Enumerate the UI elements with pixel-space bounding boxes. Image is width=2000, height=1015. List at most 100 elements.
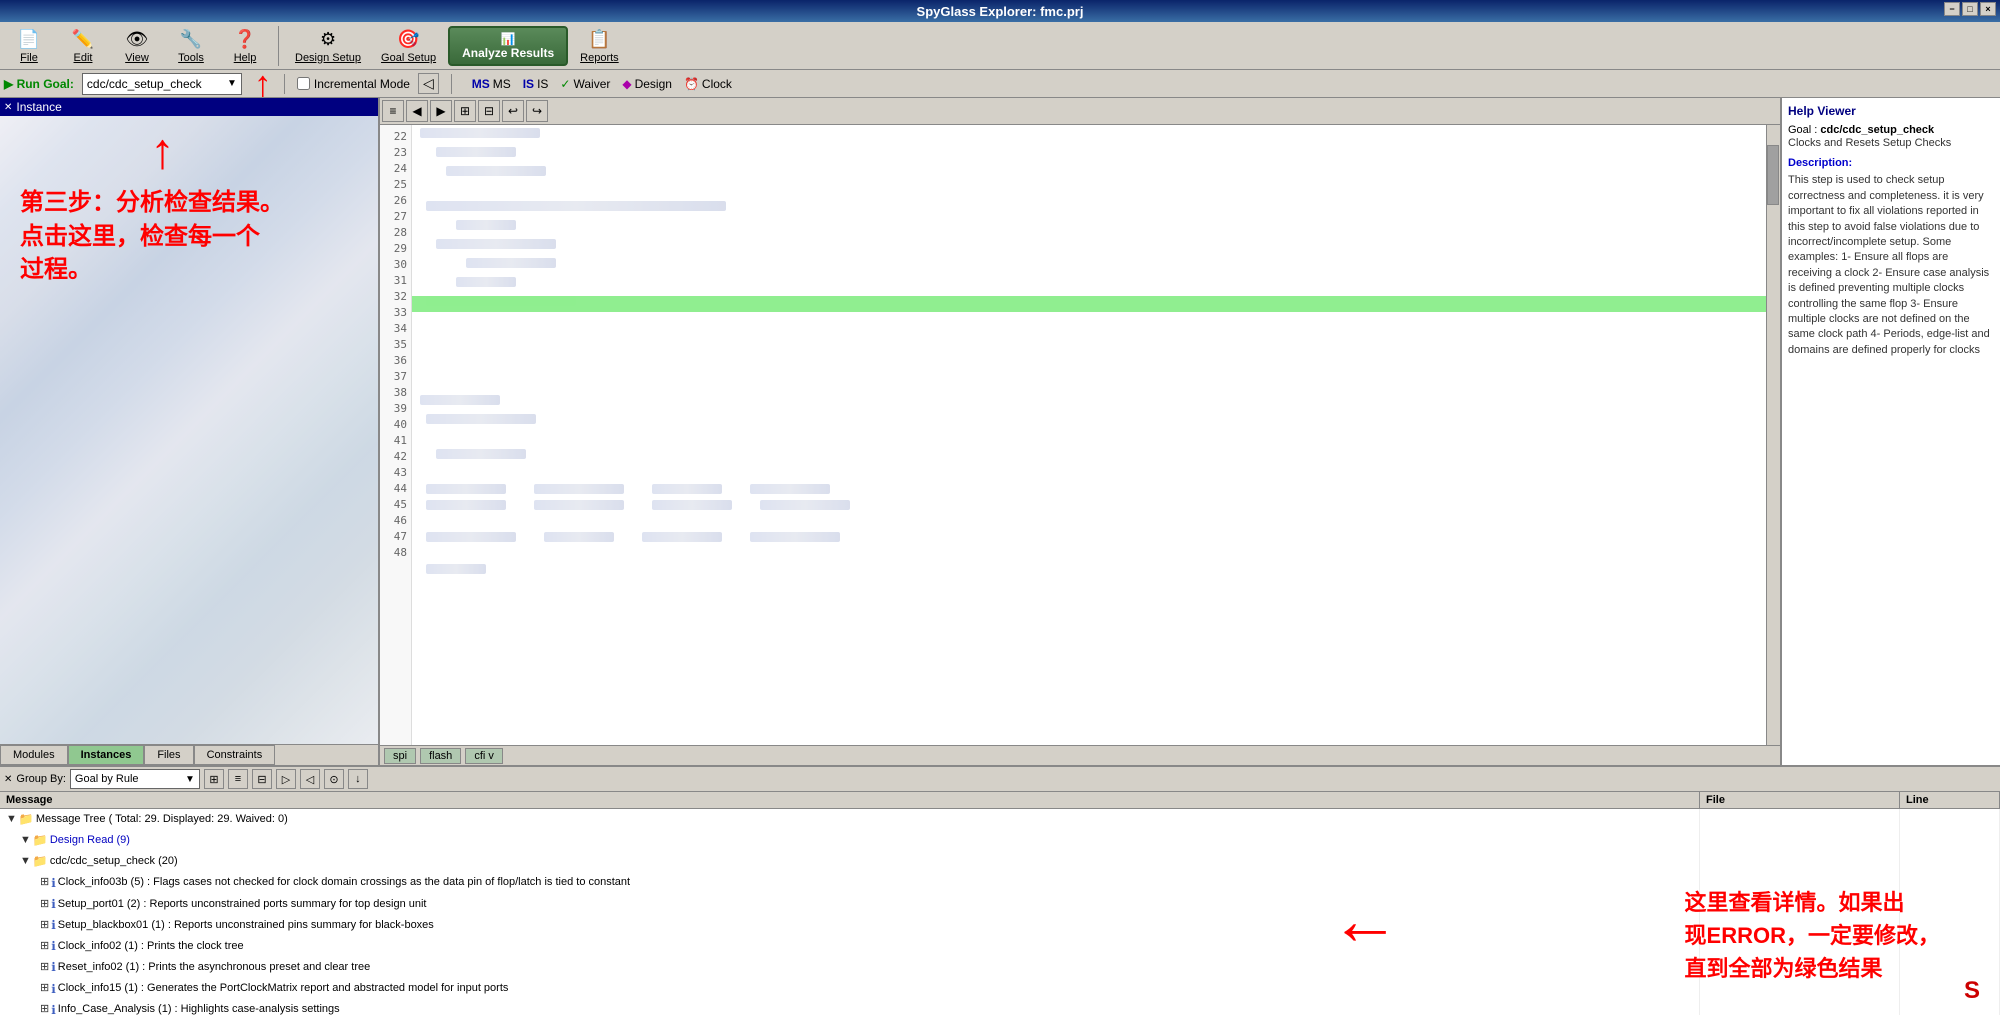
btool-3[interactable]: ⊟ <box>252 769 272 789</box>
editor-btn-right[interactable]: ▶ <box>430 100 452 122</box>
editor-btn-undo[interactable]: ↩ <box>502 100 524 122</box>
menu-file[interactable]: 📄 File <box>4 26 54 66</box>
file-tabs: spi flash cfi v <box>380 745 1780 765</box>
file-tab-flash[interactable]: flash <box>420 748 461 764</box>
editor-btn-collapse[interactable]: ⊟ <box>478 100 500 122</box>
btool-6[interactable]: ⊙ <box>324 769 344 789</box>
menu-separator-1 <box>278 26 279 66</box>
line-26: 26 <box>380 193 411 209</box>
menu-help[interactable]: ❓ Help <box>220 26 270 66</box>
dropdown-arrow-icon: ▼ <box>227 78 237 89</box>
menu-goal-setup[interactable]: 🎯 Goal Setup <box>373 26 444 66</box>
tab-instances[interactable]: Instances <box>68 745 145 765</box>
maximize-button[interactable]: □ <box>1962 2 1978 16</box>
help-description-label: Description: <box>1788 157 1994 169</box>
msg-setup-port01[interactable]: ⊞ ℹ Setup_port01 (2) : Reports unconstra… <box>0 894 2000 915</box>
group-by-value: Goal by Rule <box>75 773 139 785</box>
tree-design-read-icon: 📁 <box>33 831 48 850</box>
nav-ms[interactable]: MS MS <box>472 77 511 91</box>
line-37: 37 <box>380 369 411 385</box>
help-goal-subtitle: Clocks and Resets Setup Checks <box>1788 136 1994 151</box>
scrollbar-thumb[interactable] <box>1767 145 1779 205</box>
editor-toolbar: ≡ ◀ ▶ ⊞ ⊟ ↩ ↪ <box>380 98 1780 125</box>
tree-folder-icon: 📁 <box>19 810 34 829</box>
menu-file-label: File <box>20 52 38 64</box>
incremental-mode-check[interactable]: Incremental Mode <box>297 77 410 91</box>
tab-files[interactable]: Files <box>144 745 193 765</box>
msg-clock-info15-cell: ⊞ ℹ Clock_info15 (1) : Generates the Por… <box>0 979 1700 1000</box>
line-35: 35 <box>380 337 411 353</box>
nav-back-button[interactable]: ◁ <box>418 73 439 94</box>
btool-1[interactable]: ⊞ <box>204 769 224 789</box>
message-area[interactable]: Message File Line ▼ 📁 Message Tree ( Tot… <box>0 792 2000 1015</box>
msg-reset-info02[interactable]: ⊞ ℹ Reset_info02 (1) : Prints the asynch… <box>0 957 2000 978</box>
msg-clock-info02[interactable]: ⊞ ℹ Clock_info02 (1) : Prints the clock … <box>0 936 2000 957</box>
msg-clock-info15[interactable]: ⊞ ℹ Clock_info15 (1) : Generates the Por… <box>0 979 2000 1000</box>
help-panel-title: Help Viewer <box>1788 104 1994 118</box>
help-icon: ❓ <box>233 28 257 52</box>
menu-analyze-results[interactable]: 📊 Analyze Results <box>448 26 568 66</box>
line-36: 36 <box>380 353 411 369</box>
menu-view[interactable]: 👁 View <box>112 26 162 66</box>
chinese-annotation-left: 第三步：分析检查结果。 点击这里，检查每一个 过程。 <box>20 186 284 287</box>
btool-5[interactable]: ◁ <box>300 769 320 789</box>
nav-is[interactable]: IS IS <box>523 77 549 91</box>
tree-doc-icon-5: ℹ <box>51 958 56 977</box>
editor-btn-left[interactable]: ◀ <box>406 100 428 122</box>
close-left-icon[interactable]: ✕ <box>4 102 12 113</box>
line-29: 29 <box>380 241 411 257</box>
msg-design-read[interactable]: ▼ 📁 Design Read (9) <box>0 830 2000 851</box>
code-content[interactable] <box>412 125 1766 745</box>
nav-design[interactable]: ◆ Design <box>622 77 672 91</box>
group-by-dropdown[interactable]: Goal by Rule ▼ <box>70 769 200 789</box>
menu-design-setup[interactable]: ⚙ Design Setup <box>287 26 369 66</box>
msg-clock-info03b[interactable]: ⊞ ℹ Clock_info03b (5) : Flags cases not … <box>0 873 2000 894</box>
line-40: 40 <box>380 417 411 433</box>
msg-setup-blackbox01[interactable]: ⊞ ℹ Setup_blackbox01 (1) : Reports uncon… <box>0 915 2000 936</box>
ms-icon: MS <box>472 77 490 91</box>
tree-doc-icon-7: ℹ <box>51 1001 56 1015</box>
file-tab-spi[interactable]: spi <box>384 748 416 764</box>
code-line-42 <box>412 481 1766 497</box>
tree-doc-icon-4: ℹ <box>51 937 56 956</box>
group-by-arrow-icon: ▼ <box>185 774 195 785</box>
help-goal: Goal : cdc/cdc_setup_check <box>1788 124 1994 136</box>
msg-design-read-text: Design Read (9) <box>50 832 130 850</box>
menu-tools[interactable]: 🔧 Tools <box>166 26 216 66</box>
message-header: Message File Line <box>0 792 2000 809</box>
close-button[interactable]: × <box>1980 2 1996 16</box>
goal-dropdown[interactable]: cdc/cdc_setup_check ▼ <box>82 73 242 95</box>
code-scrollbar[interactable] <box>1766 125 1780 745</box>
btool-7[interactable]: ↓ <box>348 769 368 789</box>
incremental-mode-checkbox[interactable] <box>297 77 310 90</box>
msg-cdc-setup[interactable]: ▼ 📁 cdc/cdc_setup_check (20) <box>0 851 2000 872</box>
toolbar-sep-2 <box>451 74 452 94</box>
msg-root[interactable]: ▼ 📁 Message Tree ( Total: 29. Displayed:… <box>0 809 2000 830</box>
editor-btn-expand[interactable]: ⊞ <box>454 100 476 122</box>
line-42: 42 <box>380 449 411 465</box>
tab-modules[interactable]: Modules <box>0 745 68 765</box>
btool-2[interactable]: ≡ <box>228 769 248 789</box>
nav-waiver[interactable]: ✓ Waiver <box>560 77 610 91</box>
tab-constraints[interactable]: Constraints <box>194 745 276 765</box>
code-line-47 <box>412 564 1766 580</box>
nav-clock[interactable]: ⏰ Clock <box>684 77 732 91</box>
msg-setup-blackbox01-cell: ⊞ ℹ Setup_blackbox01 (1) : Reports uncon… <box>0 915 1700 936</box>
msg-design-read-cell: ▼ 📁 Design Read (9) <box>0 830 1700 851</box>
msg-info-case[interactable]: ⊞ ℹ Info_Case_Analysis (1) : Highlights … <box>0 1000 2000 1015</box>
menu-edit-label: Edit <box>74 52 93 64</box>
nav-waiver-label: Waiver <box>573 77 610 91</box>
menu-reports[interactable]: 📋 Reports <box>572 26 627 66</box>
editor-btn-list[interactable]: ≡ <box>382 100 404 122</box>
editor-btn-redo[interactable]: ↪ <box>526 100 548 122</box>
msg-cdc-text: cdc/cdc_setup_check (20) <box>50 853 178 871</box>
menu-edit[interactable]: ✏️ Edit <box>58 26 108 66</box>
code-line-30 <box>412 277 1766 293</box>
file-tab-cfi[interactable]: cfi v <box>465 748 503 764</box>
code-line-23 <box>412 147 1766 163</box>
btool-4[interactable]: ▷ <box>276 769 296 789</box>
minimize-button[interactable]: − <box>1944 2 1960 16</box>
close-bottom-button[interactable]: ✕ <box>4 774 12 785</box>
line-27: 27 <box>380 209 411 225</box>
line-47: 47 <box>380 529 411 545</box>
